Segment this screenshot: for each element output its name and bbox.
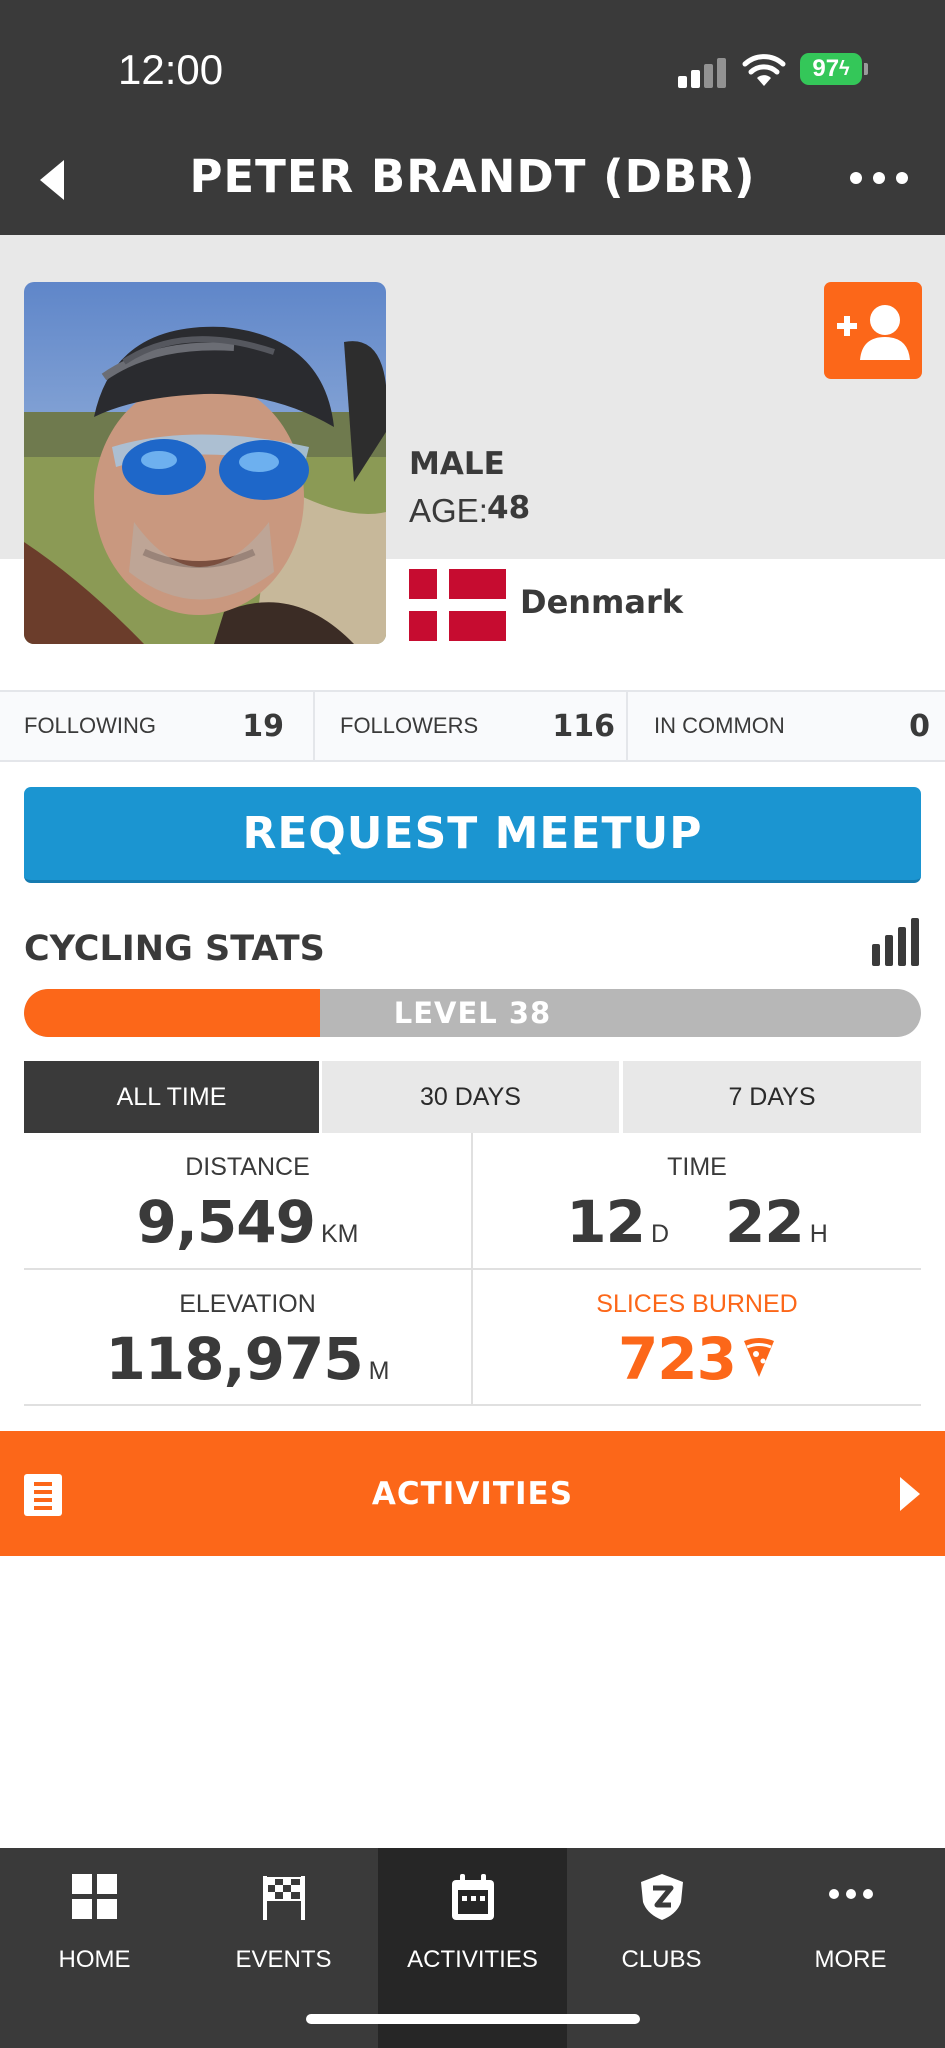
time-label: TIME [667, 1153, 727, 1181]
age-value: 48 [487, 490, 531, 526]
chevron-right-icon [900, 1477, 920, 1511]
time-days: 12 [566, 1188, 646, 1256]
distance-value: 9,549 KM [24, 1188, 471, 1256]
level-progress-bar: LEVEL 38 [24, 989, 921, 1037]
divider [626, 692, 628, 760]
tab-30-days[interactable]: 30 DAYS [322, 1061, 619, 1133]
slices-burned-value: 723 [473, 1325, 921, 1393]
cycling-stats-title: CYCLING STATS [24, 929, 325, 969]
wifi-icon [742, 54, 786, 86]
divider [313, 692, 315, 760]
gender-text: MALE [409, 446, 505, 482]
tab-7-days[interactable]: 7 DAYS [623, 1061, 921, 1133]
request-meetup-button[interactable]: REQUEST MEETUP [24, 787, 921, 883]
home-grid-icon [72, 1874, 117, 1919]
slices-number: 723 [617, 1325, 737, 1393]
nav-clubs-label: CLUBS [621, 1946, 702, 1973]
cellular-signal-icon [678, 58, 728, 88]
social-stats-row: FOLLOWING 19 FOLLOWERS 116 IN COMMON 0 [0, 690, 945, 762]
nav-activities-label: ACTIVITIES [407, 1946, 538, 1973]
followers-stat[interactable]: FOLLOWERS 116 [316, 692, 615, 760]
activities-bar-label: ACTIVITIES [371, 1475, 574, 1512]
elevation-unit: M [368, 1357, 390, 1385]
battery-level: 97 [812, 55, 840, 82]
grid-divider [24, 1268, 921, 1270]
distance-label: DISTANCE [185, 1153, 310, 1181]
time-hours-unit: H [809, 1220, 828, 1248]
in-common-stat[interactable]: IN COMMON 0 [630, 692, 930, 760]
grid-divider [24, 1404, 921, 1406]
followers-label: FOLLOWERS [340, 713, 479, 738]
add-user-icon [837, 305, 910, 360]
age-label: AGE: [409, 492, 488, 529]
nav-more-label: MORE [814, 1946, 887, 1973]
country-name: Denmark [520, 583, 684, 621]
charging-bolt-icon: ϟ [839, 57, 850, 80]
more-dots-icon [829, 1889, 873, 1899]
time-hours: 22 [725, 1188, 805, 1256]
in-common-label: IN COMMON [654, 713, 785, 738]
elevation-value: 118,975 M [24, 1325, 471, 1393]
slices-burned-label: SLICES BURNED [596, 1290, 798, 1318]
nav-home[interactable]: HOME [0, 1848, 189, 2048]
status-time: 12:00 [118, 46, 224, 93]
followers-count: 116 [552, 708, 615, 744]
home-indicator [306, 2014, 640, 2024]
denmark-flag-icon [409, 569, 506, 641]
distance-number: 9,549 [136, 1188, 316, 1256]
bar-chart-icon[interactable] [872, 918, 920, 966]
battery-indicator: 97 ϟ [800, 53, 862, 85]
following-count: 19 [242, 708, 284, 744]
nav-events-label: EVENTS [235, 1946, 332, 1973]
distance-unit: KM [320, 1220, 359, 1248]
in-common-count: 0 [909, 708, 930, 744]
shield-icon [641, 1874, 683, 1920]
follow-user-button[interactable] [824, 282, 922, 379]
page-title: PETER BRANDT (DBR) [189, 150, 756, 203]
pizza-slice-icon [744, 1338, 775, 1377]
time-value: 12 D 22 H [473, 1188, 921, 1256]
back-arrow-icon[interactable] [38, 158, 66, 202]
avatar [24, 282, 386, 644]
nav-more[interactable]: MORE [756, 1848, 945, 2048]
level-text: LEVEL 38 [393, 996, 552, 1030]
more-options-icon[interactable] [850, 172, 908, 188]
checkered-flag-icon [263, 1876, 305, 1920]
calendar-icon [452, 1874, 494, 1920]
battery-nub [864, 63, 868, 75]
elevation-number: 118,975 [105, 1325, 364, 1393]
following-stat[interactable]: FOLLOWING 19 [0, 692, 300, 760]
following-label: FOLLOWING [24, 713, 157, 738]
time-days-unit: D [650, 1220, 669, 1248]
tab-all-time[interactable]: ALL TIME [24, 1061, 319, 1133]
elevation-label: ELEVATION [179, 1290, 316, 1318]
nav-home-label: HOME [58, 1946, 131, 1973]
